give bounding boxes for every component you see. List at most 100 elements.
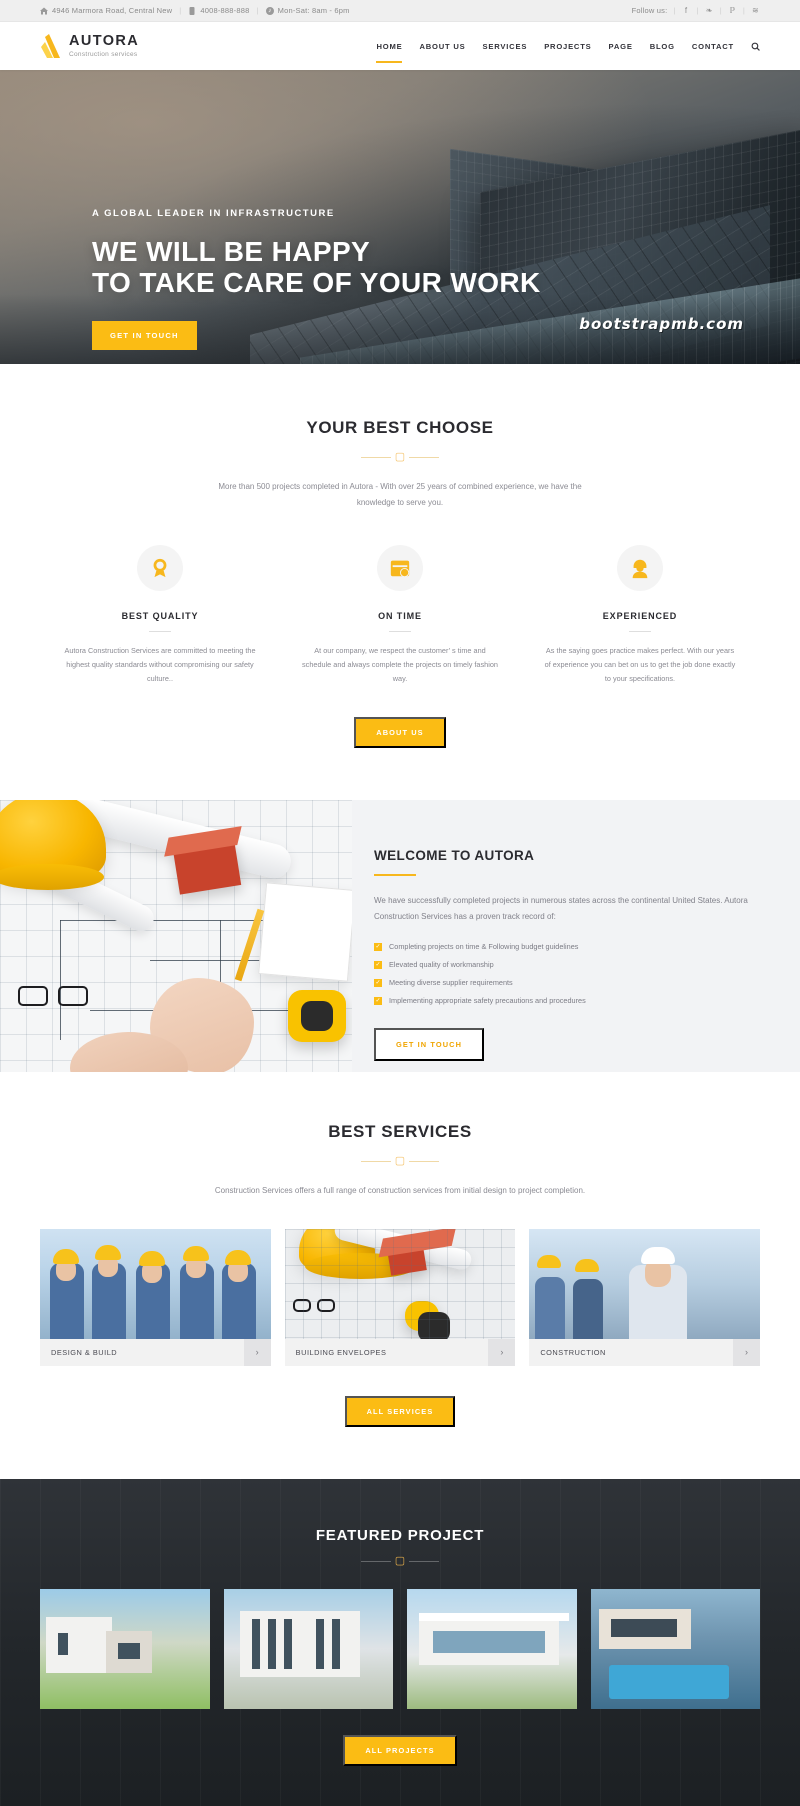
chevron-right-icon[interactable]: ›	[243, 1338, 271, 1366]
feature-rule	[629, 631, 651, 632]
welcome-accent-rule	[374, 873, 416, 876]
topbar-hours: Mon-Sat: 8am - 6pm	[265, 6, 350, 15]
check-icon: ✓	[374, 960, 382, 969]
nav-item-about-us[interactable]: ABOUT US	[419, 28, 465, 65]
divider-line-left	[360, 457, 391, 458]
topbar-separator-3: |	[673, 6, 676, 15]
hero-title-line-1: WE WILL BE HAPPY	[92, 236, 371, 267]
divider-ornament-icon: ▢	[394, 1154, 406, 1167]
feature-text-on-time: At our company, we respect the customer’…	[302, 646, 498, 684]
list-item: ✓ Implementing appropriate safety precau…	[374, 996, 756, 1005]
topbar-separator-1: |	[179, 6, 182, 15]
page-root: 4946 Marmora Road, Central New | 4008-88…	[0, 0, 800, 1806]
service-card-label-construction: CONSTRUCTION	[540, 1347, 606, 1357]
service-cards: DESIGN & BUILD › BUILDING ENVELOPES › CO…	[40, 1228, 761, 1366]
service-card-label-design-build: DESIGN & BUILD	[51, 1347, 118, 1357]
welcome-get-in-touch-button[interactable]: GET IN TOUCH	[374, 1028, 485, 1062]
nav-item-page[interactable]: PAGE	[609, 28, 633, 65]
feature-title-best-quality: BEST QUALITY	[121, 611, 199, 621]
list-item: ✓ Completing projects on time & Followin…	[374, 942, 756, 951]
best-choose-lead: More than 500 projects completed in Auto…	[218, 482, 582, 507]
all-projects-button[interactable]: ALL PROJECTS	[343, 1734, 457, 1766]
feature-rule	[149, 631, 171, 632]
worker-helmet-icon	[617, 545, 663, 591]
services-cta-wrap: ALL SERVICES	[40, 1395, 760, 1427]
section-divider: ▢	[40, 452, 760, 463]
calendar-clock-icon	[377, 545, 423, 591]
best-choose-cta-wrap: ABOUT US	[40, 716, 760, 748]
project-thumbnail-3[interactable]	[407, 1588, 577, 1709]
feature-text-best-quality: Autora Construction Services are committ…	[64, 646, 256, 684]
brand-logo[interactable]: AUTORA Construction services	[40, 33, 139, 59]
check-icon: ✓	[374, 996, 382, 1005]
service-card-image-team	[529, 1228, 761, 1339]
rss-icon[interactable]: ≋	[751, 6, 760, 15]
site-header: AUTORA Construction services HOME ABOUT …	[0, 22, 800, 70]
divider-ornament-icon: ▢	[394, 451, 406, 463]
check-icon: ✓	[374, 978, 382, 987]
service-card-bar: BUILDING ENVELOPES ›	[284, 1338, 516, 1366]
all-services-button[interactable]: ALL SERVICES	[344, 1395, 456, 1427]
best-services-lead: Construction Services offers a full rang…	[214, 1185, 586, 1195]
section-divider: ▢	[40, 1154, 760, 1167]
featured-project-section: FEATURED PROJECT ▢ ALL PROJECTS	[0, 1478, 800, 1806]
project-thumbnail-2[interactable]	[223, 1588, 393, 1709]
featured-project-grid	[40, 1588, 760, 1709]
nav-item-services[interactable]: SERVICES	[483, 28, 528, 65]
welcome-paragraph: We have successfully completed projects …	[374, 895, 748, 922]
bullet-text-2: Elevated quality of workmanship	[389, 960, 494, 970]
feature-title-experienced: EXPERIENCED	[602, 611, 678, 621]
topbar-separator-4: |	[696, 6, 699, 15]
welcome-section: WELCOME TO AUTORA We have successfully c…	[0, 799, 800, 1072]
topbar-address: 4946 Marmora Road, Central New	[40, 6, 172, 15]
search-icon[interactable]	[751, 42, 760, 51]
welcome-image	[0, 799, 352, 1072]
nav-item-blog[interactable]: BLOG	[650, 28, 675, 65]
glasses-icon	[18, 985, 92, 1008]
divider-line-right	[409, 457, 440, 458]
facebook-icon[interactable]: f	[682, 6, 691, 15]
nav-item-home[interactable]: HOME	[376, 28, 403, 65]
topbar-separator-5: |	[719, 6, 722, 15]
feature-rule	[389, 631, 411, 632]
bullet-text-1: Completing projects on time & Following …	[389, 942, 579, 952]
pinterest-icon[interactable]: ℙ	[728, 6, 737, 15]
nav-item-projects[interactable]: PROJECTS	[544, 28, 591, 65]
service-card-label-building-envelopes: BUILDING ENVELOPES	[295, 1347, 387, 1357]
hero-banner: A GLOBAL LEADER IN INFRASTRUCTURE WE WIL…	[0, 70, 800, 364]
award-badge-icon	[137, 545, 183, 591]
service-card-image-blueprint	[284, 1228, 516, 1339]
project-thumbnail-1[interactable]	[40, 1588, 210, 1709]
service-card-design-build[interactable]: DESIGN & BUILD ›	[40, 1228, 271, 1366]
topbar-phone[interactable]: 4008-888-888	[188, 6, 249, 15]
service-card-construction[interactable]: CONSTRUCTION ›	[529, 1228, 761, 1366]
best-choose-section: YOUR BEST CHOOSE ▢ More than 500 project…	[0, 364, 800, 800]
feature-text-experienced: As the saying goes practice makes perfec…	[544, 646, 736, 684]
welcome-bullet-list: ✓ Completing projects on time & Followin…	[374, 942, 756, 1005]
nav-item-contact[interactable]: CONTACT	[692, 28, 734, 65]
hero-get-in-touch-button[interactable]: GET IN TOUCH	[92, 320, 197, 350]
chevron-right-icon[interactable]: ›	[733, 1338, 761, 1366]
model-house-icon	[172, 839, 242, 895]
service-card-image-crew	[40, 1228, 271, 1339]
list-item: ✓ Meeting diverse supplier requirements	[374, 978, 756, 987]
watermark-text: bootstrapmb.com	[579, 315, 744, 333]
divider-line-left	[360, 1160, 391, 1162]
feature-column-experienced: EXPERIENCED As the saying goes practice …	[520, 545, 760, 687]
hero-title: WE WILL BE HAPPY TO TAKE CARE OF YOUR WO…	[92, 236, 541, 299]
brand-text: AUTORA Construction services	[69, 34, 139, 58]
topbar-separator-2: |	[256, 6, 259, 15]
service-card-bar: DESIGN & BUILD ›	[40, 1338, 271, 1366]
project-thumbnail-4[interactable]	[590, 1588, 760, 1709]
phone-icon	[188, 6, 196, 15]
chevron-right-icon[interactable]: ›	[488, 1338, 516, 1366]
notebook-icon	[258, 881, 352, 982]
topbar-hours-label: Mon-Sat: 8am - 6pm	[277, 6, 350, 15]
list-item: ✓ Elevated quality of workmanship	[374, 960, 756, 969]
twitter-icon[interactable]: ❧	[705, 6, 714, 15]
service-card-building-envelopes[interactable]: BUILDING ENVELOPES ›	[284, 1228, 516, 1366]
feature-title-on-time: ON TIME	[378, 611, 422, 621]
autora-logo-icon	[40, 33, 62, 59]
about-us-button[interactable]: ABOUT US	[354, 716, 446, 748]
feature-columns: BEST QUALITY Autora Construction Service…	[40, 545, 760, 687]
